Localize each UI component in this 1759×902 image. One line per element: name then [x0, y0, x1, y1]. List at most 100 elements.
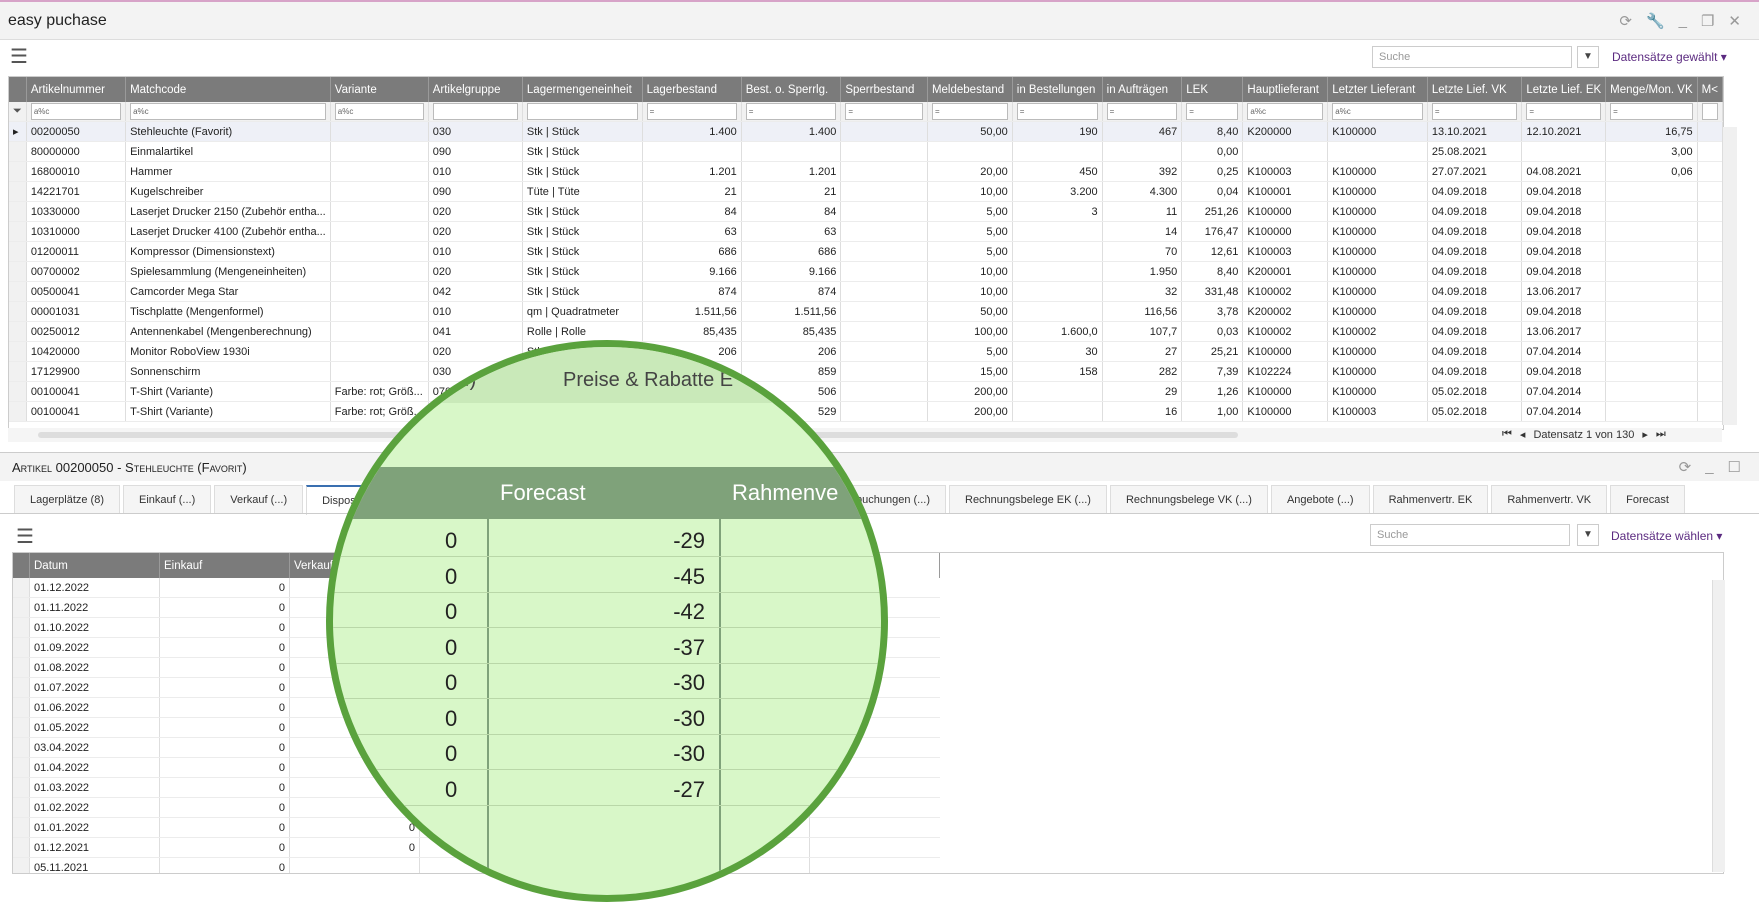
table-cell[interactable]: 09.04.2018: [1521, 241, 1607, 262]
table-cell[interactable]: K100000: [1327, 301, 1428, 322]
table-cell[interactable]: Rolle | Rolle: [522, 321, 643, 342]
filter-input[interactable]: a%c: [1247, 103, 1324, 120]
table-cell[interactable]: 21: [741, 181, 842, 202]
table-cell[interactable]: [330, 121, 429, 142]
table-cell[interactable]: 5,00: [927, 241, 1013, 262]
table-cell[interactable]: 9.166: [642, 261, 742, 282]
table-cell[interactable]: 0,03: [1181, 321, 1244, 342]
table-cell[interactable]: 1.201: [741, 161, 842, 182]
column-filter[interactable]: =: [1012, 102, 1103, 122]
column-header[interactable]: M<: [1697, 77, 1723, 102]
table-cell[interactable]: 01.08.2022: [29, 657, 160, 678]
table-cell[interactable]: 10,00: [927, 281, 1013, 302]
table-cell[interactable]: 0: [159, 837, 290, 858]
refresh-icon[interactable]: ⟳: [1619, 12, 1632, 30]
table-cell[interactable]: 04.09.2018: [1427, 241, 1523, 262]
table-cell[interactable]: 01.10.2022: [29, 617, 160, 638]
tab-1[interactable]: Einkauf (...): [123, 485, 212, 514]
filter-input[interactable]: =: [1431, 103, 1518, 120]
table-cell[interactable]: 8,40: [1181, 261, 1244, 282]
table-cell[interactable]: [1697, 361, 1723, 382]
table-row[interactable]: 01200011 Kompressor (Dimensionstext) 010 St…: [9, 241, 1723, 262]
table-cell[interactable]: [840, 301, 928, 322]
column-header[interactable]: Best. o. Sperrlg.: [741, 77, 842, 102]
column-header[interactable]: Letzte Lief. VK: [1427, 77, 1523, 102]
table-cell[interactable]: 10,00: [927, 181, 1013, 202]
table-cell[interactable]: 1,00: [1181, 401, 1244, 422]
column-header[interactable]: Artikelgruppe: [428, 77, 523, 102]
table-cell[interactable]: 15,00: [927, 361, 1013, 382]
column-filter[interactable]: =: [1521, 102, 1607, 122]
table-cell[interactable]: 200,00: [927, 401, 1013, 422]
table-cell[interactable]: [1697, 121, 1723, 142]
table-cell[interactable]: [1697, 161, 1723, 182]
table-cell[interactable]: 0: [289, 837, 420, 858]
table-cell[interactable]: 09.04.2018: [1521, 361, 1607, 382]
table-row[interactable]: 00250012 Antennenkabel (Mengenberechnung)…: [9, 321, 1723, 342]
table-cell[interactable]: 14221701: [26, 181, 127, 202]
table-cell[interactable]: 090: [428, 181, 523, 202]
table-cell[interactable]: 01.07.2022: [29, 677, 160, 698]
column-header[interactable]: Lagermengeneinheit: [522, 77, 643, 102]
table-cell[interactable]: 0: [159, 597, 290, 618]
table-cell[interactable]: K100000: [1242, 381, 1329, 402]
table-cell[interactable]: 13.06.2017: [1521, 321, 1607, 342]
table-cell[interactable]: 04.08.2021: [1521, 161, 1607, 182]
wrench-icon[interactable]: 🔧: [1646, 12, 1665, 30]
column-filter[interactable]: a%c: [26, 102, 127, 122]
filter-input[interactable]: a%c: [130, 103, 326, 120]
table-cell[interactable]: K100000: [1327, 341, 1428, 362]
table-cell[interactable]: 0,04: [1181, 181, 1244, 202]
table-cell[interactable]: 020: [428, 221, 523, 242]
table-cell[interactable]: K100000: [1242, 201, 1329, 222]
tab-5[interactable]: Rechnungsbelege EK (...): [949, 485, 1107, 514]
table-cell[interactable]: [1012, 281, 1103, 302]
table-cell[interactable]: Kugelschreiber: [125, 181, 331, 202]
table-cell[interactable]: Stk | Stück: [522, 161, 643, 182]
column-filter[interactable]: [428, 102, 523, 122]
table-cell[interactable]: 874: [642, 281, 742, 302]
table-cell[interactable]: 041: [428, 321, 523, 342]
table-cell[interactable]: 85,435: [741, 321, 842, 342]
table-cell[interactable]: 85,435: [642, 321, 742, 342]
table-cell[interactable]: [330, 201, 429, 222]
table-cell[interactable]: 04.09.2018: [1427, 321, 1523, 342]
table-cell[interactable]: qm | Quadratmeter: [522, 301, 643, 322]
table-cell[interactable]: 13.10.2021: [1427, 121, 1523, 142]
table-cell[interactable]: Laserjet Drucker 4100 (Zubehör entha...: [125, 221, 331, 242]
filter-input[interactable]: [1701, 103, 1718, 120]
filter-input[interactable]: =: [931, 103, 1008, 120]
table-cell[interactable]: 01.11.2022: [29, 597, 160, 618]
table-cell[interactable]: [330, 241, 429, 262]
table-cell[interactable]: 450: [1012, 161, 1103, 182]
table-cell[interactable]: 0,25: [1181, 161, 1244, 182]
table-cell[interactable]: [1012, 301, 1103, 322]
table-cell[interactable]: K100000: [1327, 381, 1428, 402]
table-cell[interactable]: 1.600,0: [1012, 321, 1103, 342]
filter-icon[interactable]: ⏷: [9, 102, 27, 122]
table-cell[interactable]: 5,00: [927, 341, 1013, 362]
table-cell[interactable]: K100000: [1327, 201, 1428, 222]
table-cell[interactable]: 010: [428, 241, 523, 262]
table-cell[interactable]: 63: [642, 221, 742, 242]
column-filter[interactable]: a%c: [1242, 102, 1329, 122]
table-cell[interactable]: K100002: [1242, 321, 1329, 342]
table-cell[interactable]: K100003: [1242, 161, 1329, 182]
table-cell[interactable]: 100,00: [927, 321, 1013, 342]
table-cell[interactable]: 200,00: [927, 381, 1013, 402]
table-cell[interactable]: Stk | Stück: [522, 141, 643, 162]
table-cell[interactable]: Tischplatte (Mengenformel): [125, 301, 331, 322]
table-cell[interactable]: [1605, 201, 1698, 222]
table-cell[interactable]: 686: [642, 241, 742, 262]
table-cell[interactable]: K100000: [1327, 181, 1428, 202]
column-header[interactable]: Hauptlieferant: [1242, 77, 1329, 102]
column-header[interactable]: Matchcode: [125, 77, 331, 102]
close-icon[interactable]: ✕: [1728, 12, 1741, 30]
table-cell[interactable]: 1,26: [1181, 381, 1244, 402]
table-cell[interactable]: K100000: [1327, 261, 1428, 282]
column-header[interactable]: Menge/Mon. VK: [1605, 77, 1698, 102]
table-cell[interactable]: 392: [1102, 161, 1183, 182]
last-page-icon[interactable]: ⏭: [1656, 428, 1666, 441]
table-cell[interactable]: [1242, 141, 1329, 162]
table-cell[interactable]: 9.166: [741, 261, 842, 282]
